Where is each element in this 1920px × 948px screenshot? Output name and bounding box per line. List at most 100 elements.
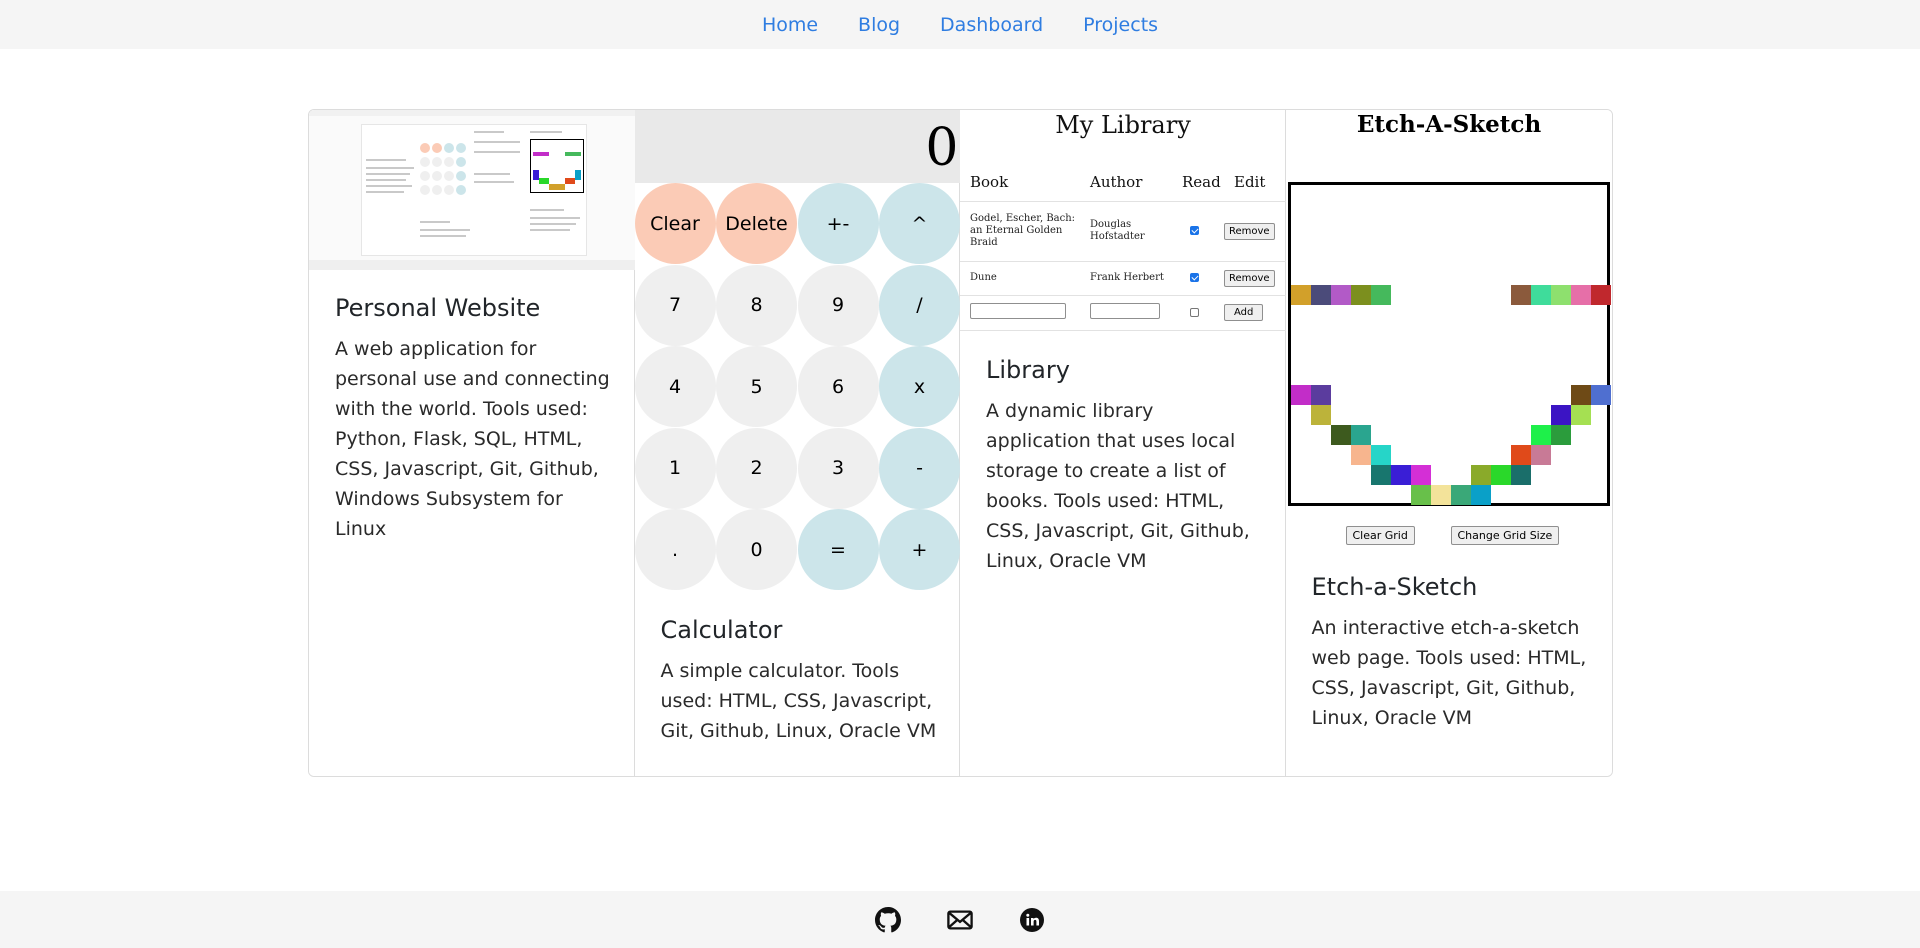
etch-pixel: [1570, 385, 1591, 405]
nav-link-blog[interactable]: Blog: [858, 14, 900, 36]
column-header-read: Read: [1182, 172, 1221, 191]
book-author-cell: Frank Herbert: [1080, 260, 1172, 295]
card-body: Calculator A simple calculator. Tools us…: [661, 616, 938, 746]
read-checkbox[interactable]: [1190, 226, 1199, 235]
etch-pixel: [1410, 485, 1431, 505]
change-grid-size-button[interactable]: Change Grid Size: [1450, 526, 1560, 545]
add-book-button[interactable]: Add: [1224, 304, 1264, 321]
top-navbar: Home Blog Dashboard Projects: [0, 0, 1920, 49]
calc-button-8[interactable]: 8: [716, 264, 797, 346]
card-title[interactable]: Calculator: [661, 616, 938, 644]
calc-button-decimal[interactable]: .: [634, 509, 716, 590]
library-title: My Library: [1055, 111, 1191, 139]
etch-pixel: [1390, 465, 1411, 485]
etch-pixel: [1570, 405, 1591, 425]
etch-pixel: [1370, 445, 1391, 465]
card-body: Personal Website A web application for p…: [335, 294, 612, 544]
nav-link-projects[interactable]: Projects: [1083, 14, 1158, 36]
calculator-display: 0: [634, 110, 961, 183]
etch-pixel: [1510, 285, 1531, 305]
calc-button-negate[interactable]: +-: [797, 183, 879, 264]
calc-button-7[interactable]: 7: [634, 264, 716, 346]
etch-pixel: [1290, 385, 1311, 405]
book-author-cell: Douglas Hofstadter: [1080, 200, 1172, 261]
library-table: Book Author Read Edit Godel, Escher, Bac…: [960, 163, 1286, 331]
calc-button-clear[interactable]: Clear: [634, 183, 716, 264]
etch-pixel: [1510, 445, 1531, 465]
etch-pixel: [1350, 445, 1371, 465]
calc-button-multiply[interactable]: x: [879, 346, 960, 427]
etch-pixel: [1430, 485, 1451, 505]
read-checkbox[interactable]: [1190, 273, 1199, 282]
calculator-keypad: Clear Delete +- ^ 7 8 9/ 4 5 6 x 1 2 3-. 0 = +: [634, 183, 961, 591]
calc-button-divide[interactable]: /: [879, 264, 960, 346]
etch-pixel: [1310, 285, 1331, 305]
clear-grid-button[interactable]: Clear Grid: [1345, 526, 1415, 545]
card-title[interactable]: Etch-a-Sketch: [1312, 573, 1591, 601]
etch-pixel: [1550, 405, 1571, 425]
etch-pixel: [1510, 465, 1531, 485]
remove-button[interactable]: Remove: [1224, 269, 1275, 287]
project-card-library[interactable]: My Library Book Author Read Edit Godel, …: [960, 110, 1286, 776]
column-header-book: Book: [970, 172, 1009, 191]
project-card-calculator[interactable]: 0 Clear Delete +- ^ 7 8 9/4 5 6 x 1 2 3-. 0 = + Calcula…: [634, 110, 961, 776]
book-title-cell: Dune: [960, 260, 1080, 295]
calc-button-1[interactable]: 1: [634, 427, 716, 509]
etch-pixel: [1470, 485, 1491, 505]
thumbnail-etch-grid: [530, 139, 584, 193]
calc-button-2[interactable]: 2: [716, 427, 797, 509]
calc-button-minus[interactable]: -: [879, 427, 960, 509]
table-row: Godel, Escher, Bach: an Eternal Golden B…: [960, 200, 1286, 261]
project-card-personal-website[interactable]: Personal Website A web application for p…: [309, 110, 635, 776]
nav-link-dashboard[interactable]: Dashboard: [940, 14, 1043, 36]
etch-pixel: [1550, 285, 1571, 305]
etch-pixel: [1350, 425, 1371, 445]
card-text: A dynamic library application that uses …: [986, 400, 1250, 572]
calc-button-3[interactable]: 3: [797, 427, 879, 509]
etch-pixel: [1550, 425, 1571, 445]
github-icon[interactable]: [875, 906, 901, 933]
card-text: An interactive etch-a-sketch web page. T…: [1311, 617, 1587, 729]
etch-title: Etch-A-Sketch: [1356, 111, 1542, 138]
thumbnail-navbar: [309, 110, 635, 116]
card-title[interactable]: Personal Website: [335, 294, 612, 322]
etch-pixel: [1450, 485, 1471, 505]
calc-button-power[interactable]: ^: [879, 183, 960, 264]
card-text: A simple calculator. Tools used: HTML, C…: [660, 660, 937, 742]
calc-button-equals[interactable]: =: [797, 509, 879, 590]
card-text: A web application for personal use and c…: [335, 338, 610, 540]
etch-pixel: [1470, 465, 1491, 485]
calc-button-plus[interactable]: +: [879, 509, 960, 590]
etch-pixel: [1310, 385, 1331, 405]
personal-website-thumbnail: [309, 110, 635, 270]
new-book-title-input[interactable]: [970, 302, 1066, 319]
new-book-read-checkbox[interactable]: [1190, 307, 1199, 317]
etch-pixel: [1590, 285, 1611, 305]
footer: [0, 891, 1920, 948]
book-title-cell: Godel, Escher, Bach: an Eternal Golden B…: [960, 200, 1080, 261]
etch-pixel: [1490, 465, 1511, 485]
linkedin-icon[interactable]: [1019, 907, 1045, 933]
calc-button-5[interactable]: 5: [716, 346, 797, 427]
etch-pixel: [1370, 285, 1391, 305]
nav-link-home[interactable]: Home: [762, 14, 818, 36]
thumbnail-footer: [309, 260, 635, 270]
calc-button-4[interactable]: 4: [634, 346, 716, 427]
etch-pixel: [1530, 285, 1551, 305]
calc-button-9[interactable]: 9: [797, 264, 879, 346]
remove-button[interactable]: Remove: [1224, 222, 1275, 240]
new-book-author-input[interactable]: [1090, 302, 1160, 319]
calc-button-0[interactable]: 0: [716, 509, 797, 590]
column-header-author: Author: [1090, 172, 1143, 191]
etch-pixel: [1570, 285, 1591, 305]
card-title[interactable]: Library: [986, 356, 1263, 384]
mail-icon[interactable]: [947, 907, 973, 933]
calc-button-delete[interactable]: Delete: [716, 183, 797, 264]
etch-sketch-grid[interactable]: [1287, 182, 1611, 506]
etch-pixel: [1290, 285, 1311, 305]
calc-button-6[interactable]: 6: [797, 346, 879, 427]
etch-pixel: [1530, 445, 1551, 465]
project-cards: Personal Website A web application for p…: [308, 109, 1613, 777]
project-card-etch-a-sketch[interactable]: Etch-A-Sketch Clear Grid Change Grid Siz…: [1285, 110, 1612, 776]
column-header-edit: Edit: [1234, 172, 1266, 191]
